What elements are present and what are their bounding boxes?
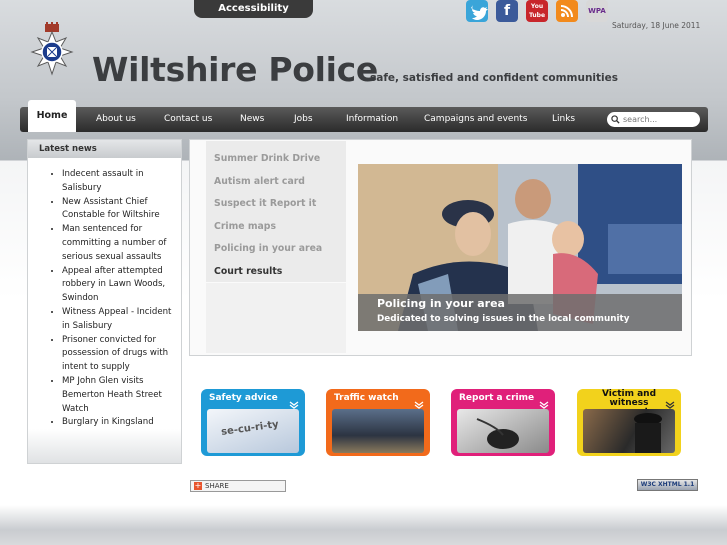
traffic-watch-tile[interactable]: Traffic watch [326,389,430,456]
nav-links[interactable]: Links [552,107,575,132]
site-tagline: safe, satisfied and confident communitie… [370,72,619,84]
chevron-down-icon [665,401,675,409]
tile-label: Report a crime [459,393,535,403]
feature-carousel: Summer Drink Drive Autism alert card Sus… [189,139,692,356]
victim-witness-support-tile[interactable]: Victim and witness support [577,389,681,456]
chevron-down-icon [414,401,424,409]
latest-news-panel: Latest news Indecent assault in Salisbur… [27,139,182,464]
latest-news-list: Indecent assault in Salisbury New Assist… [28,158,181,444]
nav-campaigns-and-events[interactable]: Campaigns and events [424,107,527,132]
news-item[interactable]: New Assistant Chief Constable for Wiltsh… [62,196,175,224]
search-input[interactable] [623,115,697,124]
safety-advice-image: se-cu-ri-ty [207,409,299,453]
site-title: Wiltshire Police [92,50,379,89]
main-nav: About us Contact us News Jobs Informatio… [20,107,708,132]
latest-news-heading: Latest news [28,140,181,158]
chevron-down-icon [539,401,549,409]
nav-news[interactable]: News [240,107,264,132]
share-label: SHARE [205,482,229,490]
tile-label: Safety advice [209,393,278,403]
news-item[interactable]: Indecent assault in Salisbury [62,168,175,196]
feature-menu-item[interactable]: Policing in your area [214,243,346,266]
police-crest-logo[interactable] [28,22,76,84]
accessibility-link[interactable]: Accessibility [194,0,313,18]
search-icon [611,115,620,124]
news-item[interactable]: Appeal after attempted robbery in Lawn W… [62,265,175,306]
feature-menu-item[interactable]: Crime maps [214,221,346,244]
report-a-crime-tile[interactable]: Report a crime [451,389,555,456]
feature-menu-item[interactable]: Autism alert card [214,176,346,199]
nav-about-us[interactable]: About us [96,107,136,132]
twitter-icon[interactable] [466,0,488,22]
safety-advice-tile[interactable]: Safety advice se-cu-ri-ty [201,389,305,456]
feature-menu-item[interactable]: Suspect it Report it [214,198,346,221]
traffic-watch-image [332,409,424,453]
victim-witness-support-image [583,409,675,453]
w3c-badge[interactable]: W3C XHTML 1.1 [637,479,698,491]
nav-information[interactable]: Information [346,107,398,132]
rss-icon[interactable] [556,0,578,22]
tile-label: Traffic watch [334,393,399,403]
current-date: Saturday, 18 June 2011 [612,21,701,30]
nav-jobs[interactable]: Jobs [294,107,313,132]
feature-menu-item[interactable]: Summer Drink Drive [214,153,346,176]
feature-caption-subtitle: Dedicated to solving issues in the local… [377,314,630,324]
feature-menu: Summer Drink Drive Autism alert card Sus… [206,141,346,282]
news-item[interactable]: Man sentenced for committing a number of… [62,223,175,264]
chevron-down-icon [289,401,299,409]
plus-icon: + [194,481,202,490]
feature-image[interactable]: Policing in your area Dedicated to solvi… [358,164,682,331]
news-item[interactable]: Prisoner convicted for possession of dru… [62,334,175,375]
nav-home[interactable]: Home [28,100,76,132]
wpa-icon[interactable]: WPA [586,0,608,22]
news-item[interactable]: Witness Appeal - Incident in Salisbury [62,306,175,334]
report-a-crime-image [457,409,549,453]
security-text: se-cu-ri-ty [220,419,280,438]
nav-contact-us[interactable]: Contact us [164,107,212,132]
feature-caption[interactable]: Policing in your area Dedicated to solvi… [358,294,682,331]
news-item[interactable]: MP John Glen visits Bemerton Heath Stree… [62,375,175,416]
search-box[interactable] [607,112,700,127]
social-links: f You Tube WPA [466,0,608,22]
feature-caption-title: Policing in your area [377,297,505,310]
feature-menu-spacer [206,283,346,353]
news-panel-footer [28,429,181,463]
facebook-icon[interactable]: f [496,0,518,22]
youtube-icon[interactable]: You Tube [526,0,548,22]
share-button[interactable]: + SHARE [190,480,286,492]
